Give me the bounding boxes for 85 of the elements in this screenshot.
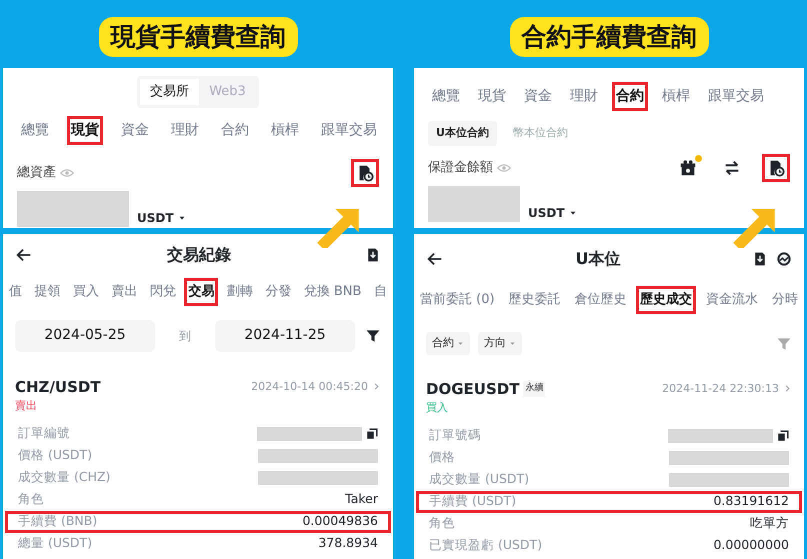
copy-icon[interactable] (777, 430, 789, 442)
currency-selector[interactable]: USDT (528, 204, 577, 222)
tab[interactable]: 歷史委託 (504, 286, 564, 314)
tab[interactable]: 分發 (261, 278, 296, 306)
tab[interactable]: 兌換 BNB (300, 278, 366, 306)
field-label: 成交數量 (USDT) (429, 470, 530, 488)
field-label: 價格 (USDT) (18, 446, 92, 464)
tab[interactable]: 跟單交易 (704, 82, 768, 111)
copy-icon[interactable] (366, 428, 378, 440)
field-label: 訂單編號 (18, 424, 70, 442)
tab[interactable]: 資金 (520, 82, 556, 111)
tab[interactable]: 合約 (612, 82, 648, 111)
tab[interactable]: 當前委託 (0) (416, 286, 499, 314)
caret-icon (509, 340, 516, 347)
tab[interactable]: 自 (370, 278, 391, 306)
back-icon[interactable] (426, 250, 444, 268)
tab[interactable]: 槓桿 (267, 116, 303, 144)
heading: 現貨手續費查詢 (98, 16, 298, 58)
tab[interactable]: 資金 (117, 116, 153, 144)
sub-tab[interactable]: 幣本位合約 (504, 121, 576, 146)
field-label: 角色 (18, 490, 44, 508)
swap-icon (723, 158, 741, 176)
tab[interactable]: 現貨 (474, 82, 510, 111)
trade-side: 賣出 (15, 398, 38, 414)
tab[interactable]: 提領 (30, 278, 64, 306)
trade-time[interactable]: 2024-11-24 22:30:13 (662, 380, 792, 397)
gift-icon (679, 158, 697, 176)
chart-icon[interactable] (776, 251, 792, 267)
balance-label: 總資產 (17, 164, 56, 182)
field-label: 角色 (429, 514, 455, 532)
chevron-icon (372, 382, 381, 392)
currency-selector[interactable]: USDT (137, 208, 186, 226)
tab[interactable]: 資金流水 (702, 286, 762, 314)
tab[interactable]: 買入 (68, 278, 103, 306)
trade-symbol: CHZ/USDT (15, 376, 101, 398)
switch-tab[interactable]: 交易所 (140, 79, 200, 104)
history-button[interactable] (351, 158, 379, 186)
field-value: 0.83191612 (713, 492, 789, 510)
contract-tag: 永續 (523, 381, 546, 396)
field-value: 378.8934 (318, 534, 378, 552)
tab[interactable]: 歷史成交 (636, 286, 696, 314)
tab[interactable]: 現貨 (67, 116, 103, 144)
tab[interactable]: 值 (5, 278, 26, 306)
chevron-icon (783, 384, 792, 394)
field-label: 已實現盈虧 (USDT) (429, 536, 542, 554)
date-separator: 到 (179, 328, 191, 344)
field-value: Taker (345, 490, 378, 508)
field-value: 0.00049836 (302, 512, 378, 530)
field-value: 0.00000000 (713, 536, 789, 554)
field-label: 訂單號碼 (429, 426, 481, 444)
history-button[interactable] (762, 154, 790, 182)
tab[interactable]: 劃轉 (222, 278, 257, 306)
tab[interactable]: 賣出 (107, 278, 142, 306)
tab[interactable]: 總覽 (428, 82, 464, 111)
tab[interactable]: 理財 (566, 82, 602, 111)
tab[interactable]: 跟單交易 (317, 116, 381, 144)
download-icon[interactable] (365, 247, 381, 263)
tab[interactable]: 合約 (217, 116, 253, 144)
field-label: 成交數量 (CHZ) (18, 468, 110, 486)
trade-time[interactable]: 2024-10-14 00:45:20 (251, 378, 381, 395)
field-label: 總量 (USDT) (18, 534, 92, 552)
date-field[interactable]: 2024-11-25 (215, 320, 355, 352)
trade-side: 買入 (426, 400, 449, 416)
tab[interactable]: 倉位歷史 (570, 286, 630, 314)
sub-tab[interactable]: U本位合約 (428, 121, 497, 146)
field-label: 價格 (429, 448, 455, 466)
balance-label: 保證金餘額 (428, 158, 493, 177)
field-value: 吃單方 (750, 514, 789, 532)
download-icon[interactable] (752, 251, 768, 267)
trade-symbol: DOGEUSDT (426, 378, 520, 400)
filter-dropdown[interactable]: 方向 (478, 332, 522, 355)
tab[interactable]: 閃兌 (146, 278, 180, 306)
date-field[interactable]: 2024-05-25 (15, 320, 155, 352)
tab[interactable]: 理財 (167, 116, 203, 144)
heading: 合約手續費查詢 (510, 16, 708, 58)
tab[interactable]: 總覽 (17, 116, 53, 144)
tab[interactable]: 交易 (184, 278, 218, 306)
back-icon[interactable] (15, 246, 33, 264)
tab[interactable]: 分時 (768, 286, 802, 314)
filter-icon[interactable] (365, 328, 381, 344)
page-title: 交易紀錄 (167, 244, 231, 266)
filter-dropdown[interactable]: 合約 (426, 332, 470, 355)
tab[interactable]: 槓桿 (658, 82, 694, 111)
page-title: U本位 (576, 248, 620, 270)
caret-icon (457, 340, 464, 347)
